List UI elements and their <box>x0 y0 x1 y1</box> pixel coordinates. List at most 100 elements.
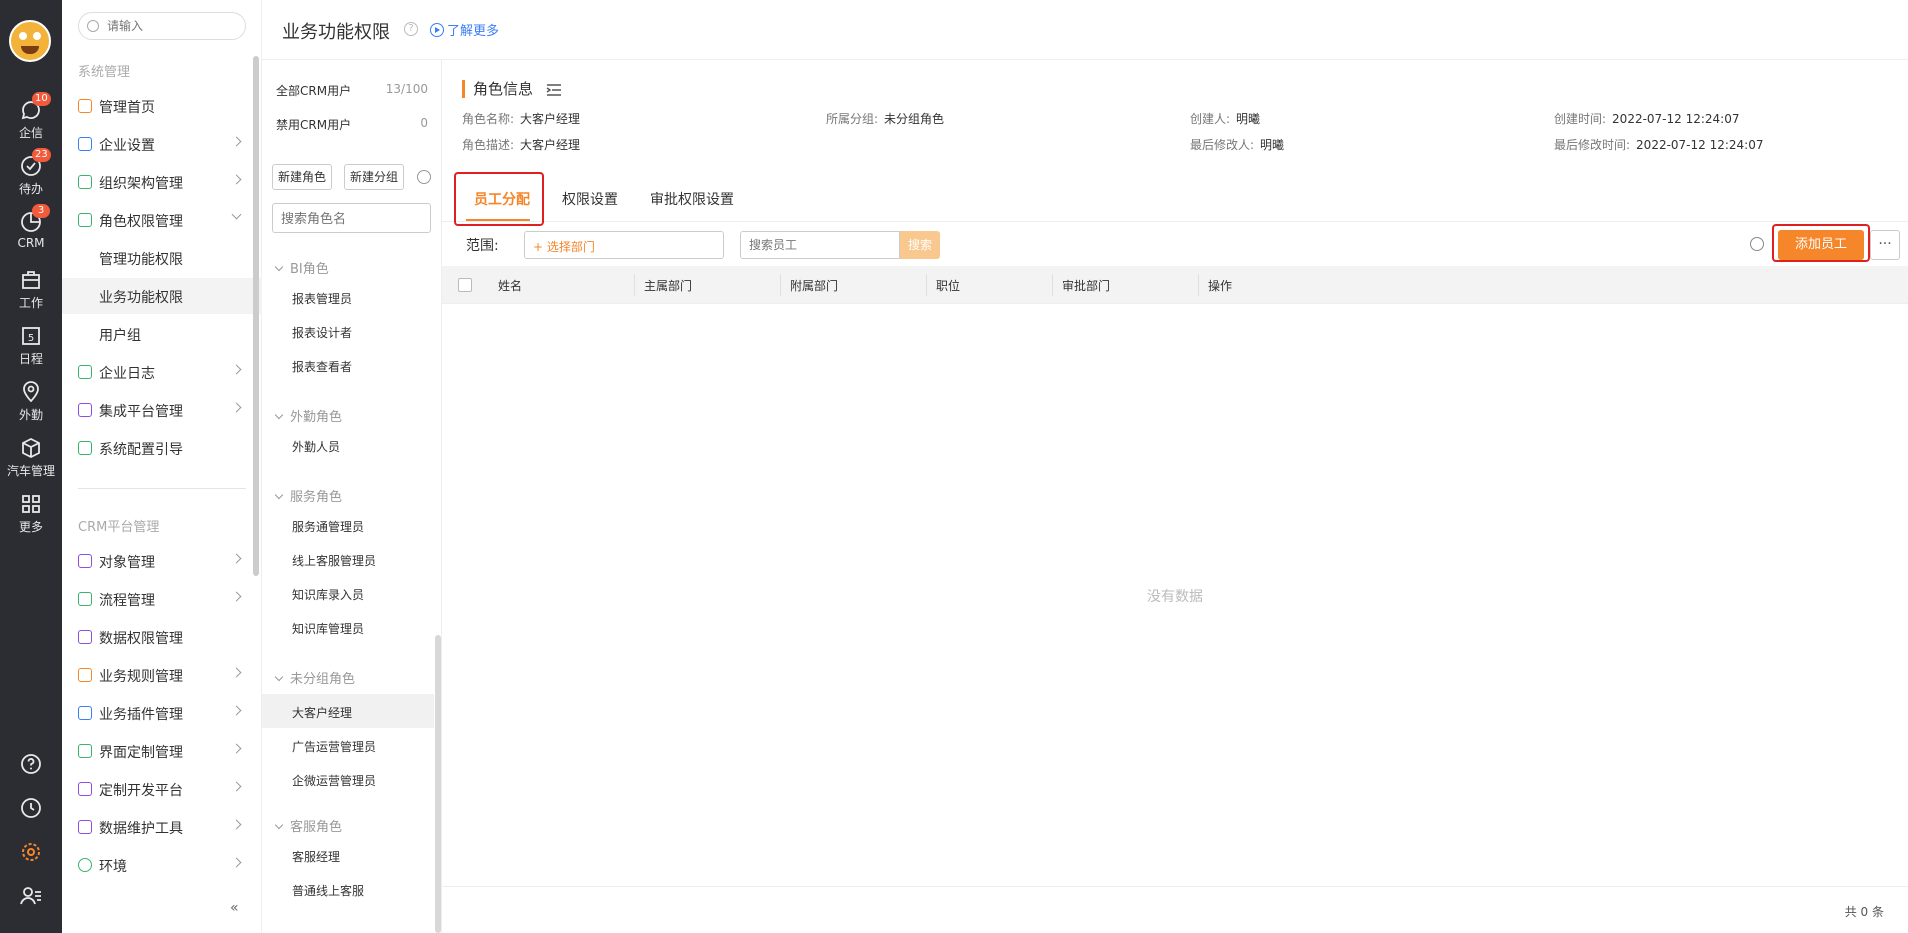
menu-item-environment[interactable]: 环境 <box>62 847 262 883</box>
rail-label: CRM <box>17 236 45 250</box>
new-role-button[interactable]: 新建角色 <box>272 164 332 190</box>
role-item[interactable]: 知识库管理员 <box>262 610 434 644</box>
role-item-selected[interactable]: 大客户经理 <box>262 694 434 728</box>
tab-permission-settings[interactable]: 权限设置 <box>562 189 618 209</box>
menu-item-org[interactable]: 组织架构管理 <box>62 164 262 200</box>
all-crm-users[interactable]: 全部CRM用户 13/100 <box>262 74 442 106</box>
menu-item-user-group[interactable]: 用户组 <box>62 316 262 352</box>
column-secondary-dept: 附属部门 <box>790 279 839 293</box>
role-search-input[interactable] <box>272 203 431 233</box>
rail-item-field[interactable]: 外勤 <box>0 374 62 426</box>
column-name: 姓名 <box>498 279 523 293</box>
search-button[interactable]: 搜索 <box>900 231 940 259</box>
more-button[interactable]: ··· <box>1870 230 1900 260</box>
calendar-day: 5 <box>28 333 34 344</box>
role-item[interactable]: 客服经理 <box>262 838 434 872</box>
app-rail: 10 企信 23 待办 3 CRM 工作 5 日程 外勤 汽车管理 更多 <box>0 0 62 933</box>
menu-item-integration[interactable]: 集成平台管理 <box>62 392 262 428</box>
menu-item-business-rules[interactable]: 业务规则管理 <box>62 657 262 693</box>
chevron-down-icon <box>274 262 284 272</box>
data-lock-icon <box>78 630 92 644</box>
code-icon <box>78 782 92 796</box>
rail-item-car[interactable]: 汽车管理 <box>0 430 62 482</box>
role-list-scrollbar[interactable] <box>435 635 441 933</box>
menu-item-flow[interactable]: 流程管理 <box>62 581 262 617</box>
chevron-right-icon <box>231 553 242 564</box>
role-item[interactable]: 服务通管理员 <box>262 508 434 542</box>
rail-item-crm[interactable]: 3 CRM <box>0 204 62 256</box>
app-logo[interactable] <box>9 20 51 62</box>
table-footer: 共 0 条 <box>442 886 1908 933</box>
menu-item-home[interactable]: 管理首页 <box>62 88 262 124</box>
menu-divider <box>78 488 246 489</box>
field-created-at: 创建时间: 2022-07-12 12:24:07 <box>1554 112 1740 126</box>
rail-item-calendar[interactable]: 5 日程 <box>0 318 62 370</box>
clock-icon[interactable] <box>19 796 43 820</box>
field-description: 角色描述: 大客户经理 <box>462 138 581 152</box>
role-item[interactable]: 报表查看者 <box>262 348 434 382</box>
menu-item-plugins[interactable]: 业务插件管理 <box>62 695 262 731</box>
menu-item-data-tools[interactable]: 数据维护工具 <box>62 809 262 845</box>
user-list-icon[interactable] <box>19 884 43 908</box>
role-item[interactable]: 报表管理员 <box>262 280 434 314</box>
menu-item-data-permission[interactable]: 数据权限管理 <box>62 619 262 655</box>
select-department[interactable]: + 选择部门 <box>524 231 724 259</box>
rail-item-more[interactable]: 更多 <box>0 486 62 538</box>
tab-approval-settings[interactable]: 审批权限设置 <box>650 189 734 209</box>
menu-item-business-permissions[interactable]: 业务功能权限 <box>62 278 262 314</box>
employee-search-input[interactable] <box>740 231 900 259</box>
role-group-cs[interactable]: 客服角色 <box>274 816 342 835</box>
menu-item-object[interactable]: 对象管理 <box>62 543 262 579</box>
rail-item-chat[interactable]: 10 企信 <box>0 92 62 144</box>
role-item[interactable]: 知识库录入员 <box>262 576 434 610</box>
role-group-field[interactable]: 外勤角色 <box>274 406 342 425</box>
menu-item-dev-platform[interactable]: 定制开发平台 <box>62 771 262 807</box>
rail-item-work[interactable]: 工作 <box>0 262 62 314</box>
role-item[interactable]: 外勤人员 <box>262 428 434 462</box>
role-item[interactable]: 企微运营管理员 <box>262 762 434 796</box>
briefcase-icon <box>22 271 40 289</box>
menu-search[interactable] <box>78 12 246 40</box>
chevron-right-icon <box>231 667 242 678</box>
new-group-button[interactable]: 新建分组 <box>344 164 404 190</box>
help-icon[interactable] <box>19 752 43 776</box>
menu-item-company-log[interactable]: 企业日志 <box>62 354 262 390</box>
menu-scrollbar[interactable] <box>253 56 259 576</box>
role-group-service[interactable]: 服务角色 <box>274 486 342 505</box>
gear-icon[interactable] <box>1750 237 1764 251</box>
role-group-ungrouped[interactable]: 未分组角色 <box>274 668 355 687</box>
select-all-checkbox[interactable] <box>458 278 472 292</box>
chevron-right-icon <box>231 591 242 602</box>
rail-item-todo[interactable]: 23 待办 <box>0 148 62 200</box>
menu-item-role-permissions[interactable]: 角色权限管理 <box>62 202 262 238</box>
rail-label: 汽车管理 <box>6 464 55 478</box>
role-item[interactable]: 线上客服管理员 <box>262 542 434 576</box>
role-item[interactable]: 报表设计者 <box>262 314 434 348</box>
gear-icon[interactable] <box>19 840 43 864</box>
role-item[interactable]: 普通线上客服 <box>262 872 434 906</box>
section-title: 系统管理 <box>78 65 131 80</box>
menu-item-admin-permissions[interactable]: 管理功能权限 <box>62 240 262 276</box>
chevron-right-icon <box>231 743 242 754</box>
menu-search-input[interactable] <box>107 17 237 35</box>
collapse-menu-button[interactable]: « <box>230 900 239 916</box>
role-item[interactable]: 广告运营管理员 <box>262 728 434 762</box>
chevron-right-icon <box>231 857 242 868</box>
role-list-panel: 全部CRM用户 13/100 禁用CRM用户 0 新建角色 新建分组 BI角色 … <box>262 60 442 933</box>
field-modified-at: 最后修改时间: 2022-07-12 12:24:07 <box>1554 138 1764 152</box>
chevron-right-icon <box>231 705 242 716</box>
menu-item-config-guide[interactable]: 系统配置引导 <box>62 430 262 466</box>
role-group-bi[interactable]: BI角色 <box>274 258 329 277</box>
page-title: 业务功能权限 <box>282 22 390 43</box>
menu-item-ui-custom[interactable]: 界面定制管理 <box>62 733 262 769</box>
learn-more-link[interactable]: 了解更多 <box>430 20 499 39</box>
collapse-list-icon[interactable] <box>546 83 562 97</box>
menu-item-company-settings[interactable]: 企业设置 <box>62 126 262 162</box>
gear-icon[interactable] <box>417 170 431 184</box>
role-detail: 角色信息 角色名称: 大客户经理 所属分组: 未分组角色 创建人: 明曦 创建时间: 2… <box>442 60 1908 933</box>
cube-icon <box>22 437 40 459</box>
chip-icon <box>78 403 92 417</box>
page-header: 业务功能权限 ? 了解更多 <box>262 0 1908 60</box>
help-icon[interactable]: ? <box>404 22 418 36</box>
disabled-crm-users[interactable]: 禁用CRM用户 0 <box>262 108 442 140</box>
